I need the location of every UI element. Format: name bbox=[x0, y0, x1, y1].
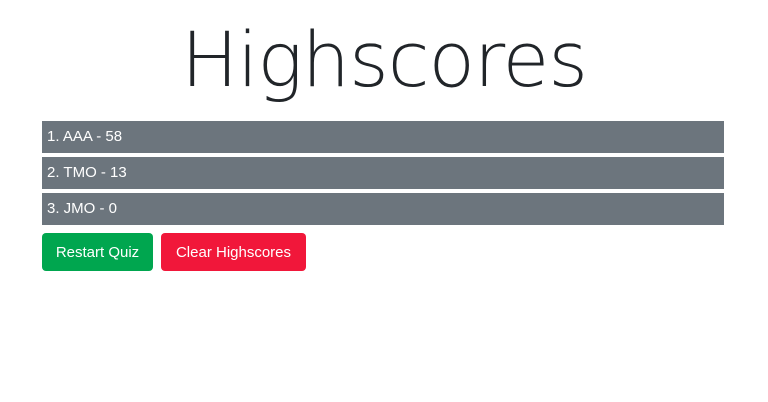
highscore-item: 2. TMO - 13 bbox=[42, 157, 724, 189]
page-title: Highscores bbox=[181, 15, 588, 104]
highscore-list: 1. AAA - 58 2. TMO - 13 3. JMO - 0 bbox=[42, 121, 724, 229]
restart-quiz-button[interactable]: Restart Quiz bbox=[42, 233, 153, 271]
highscore-item: 1. AAA - 58 bbox=[42, 121, 724, 153]
highscores-page: Highscores 1. AAA - 58 2. TMO - 13 3. JM… bbox=[0, 0, 768, 402]
action-buttons: Restart Quiz Clear Highscores bbox=[42, 233, 306, 271]
highscore-item: 3. JMO - 0 bbox=[42, 193, 724, 225]
clear-highscores-button[interactable]: Clear Highscores bbox=[161, 233, 306, 271]
